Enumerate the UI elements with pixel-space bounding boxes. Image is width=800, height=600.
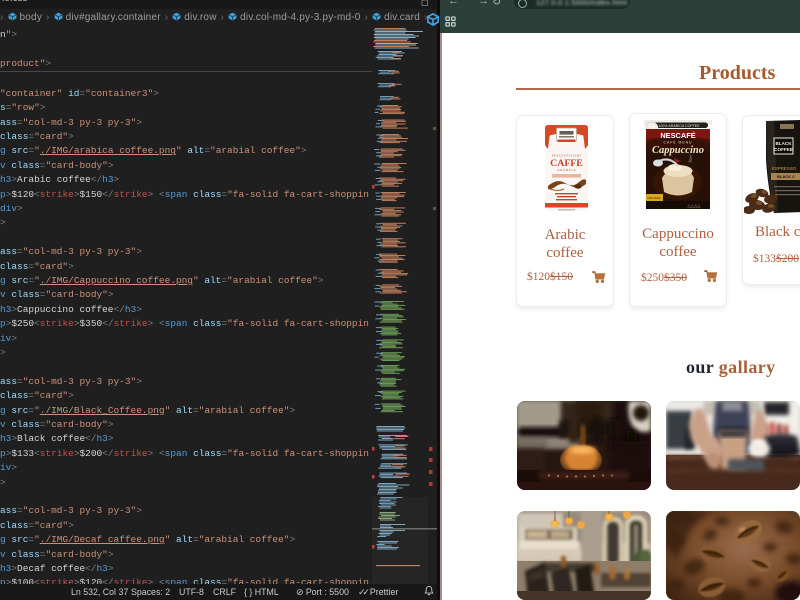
svg-text:BLACK C: BLACK C <box>777 174 795 179</box>
svg-text:COFFEE: COFFEE <box>774 147 793 152</box>
svg-text:P R E G I A T I S S I M I: P R E G I A T I S S I M I <box>552 154 581 158</box>
svg-text:Cappuccino: Cappuccino <box>652 145 704 156</box>
svg-text:MOUSSE: MOUSSE <box>647 196 660 200</box>
svg-text:NESCAFÉ: NESCAFÉ <box>660 131 695 140</box>
svg-text:BLACK: BLACK <box>775 141 792 146</box>
svg-text:ESPRESSO: ESPRESSO <box>772 166 797 171</box>
svg-text:△△△△: △△△△ <box>688 203 702 208</box>
svg-text:A R A B I C A: A R A B I C A <box>557 168 576 172</box>
svg-text:100% ARABICA COFFEE: 100% ARABICA COFFEE <box>658 124 700 128</box>
svg-text:CAFÉ MENU: CAFÉ MENU <box>664 140 693 145</box>
